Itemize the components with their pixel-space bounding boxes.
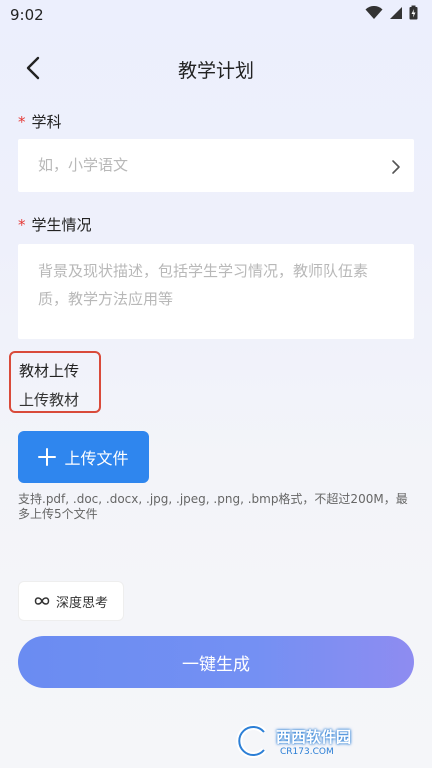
student-label-text: 学生情况 xyxy=(31,216,92,234)
upload-hint: 支持.pdf, .doc, .docx, .jpg, .jpeg, .png, … xyxy=(18,492,408,521)
status-icons xyxy=(365,5,418,20)
generate-button[interactable]: 一键生成 xyxy=(18,636,414,688)
status-time: 9:02 xyxy=(10,6,44,24)
required-mark: * xyxy=(18,113,26,131)
deep-think-toggle[interactable]: 深度思考 xyxy=(18,581,124,621)
required-mark: * xyxy=(18,216,26,234)
infinity-icon xyxy=(34,597,50,605)
student-situation-textarea[interactable]: 背景及现状描述，包括学生学习情况，教师队伍素质，教学方法应用等 xyxy=(18,244,414,339)
subject-placeholder: 如，小学语文 xyxy=(38,156,129,174)
subject-label-text: 学科 xyxy=(31,113,62,131)
upload-file-button[interactable]: 上传文件 xyxy=(18,431,149,483)
watermark-logo: 西西软件园 CR173.COM xyxy=(234,722,414,760)
deep-think-label: 深度思考 xyxy=(55,595,108,611)
watermark-text: 西西软件园 xyxy=(276,727,352,746)
material-subtitle: 上传教材 xyxy=(19,391,80,409)
plus-icon xyxy=(38,448,57,466)
logo-icon xyxy=(236,724,267,758)
student-placeholder: 背景及现状描述，包括学生学习情况，教师队伍素质，教学方法应用等 xyxy=(38,262,369,308)
subject-label: * 学科 xyxy=(18,111,62,132)
material-title: 教材上传 xyxy=(19,362,80,380)
upload-file-label: 上传文件 xyxy=(64,449,129,468)
wifi-icon xyxy=(365,5,383,19)
watermark-sub: CR173.COM xyxy=(280,746,334,757)
signal-icon xyxy=(390,6,402,19)
chevron-right-icon xyxy=(392,160,400,174)
subject-select[interactable]: 如，小学语文 xyxy=(18,139,414,192)
student-label: * 学生情况 xyxy=(18,214,92,235)
generate-label: 一键生成 xyxy=(182,654,250,675)
battery-icon xyxy=(409,5,418,20)
page-title: 教学计划 xyxy=(177,60,254,82)
